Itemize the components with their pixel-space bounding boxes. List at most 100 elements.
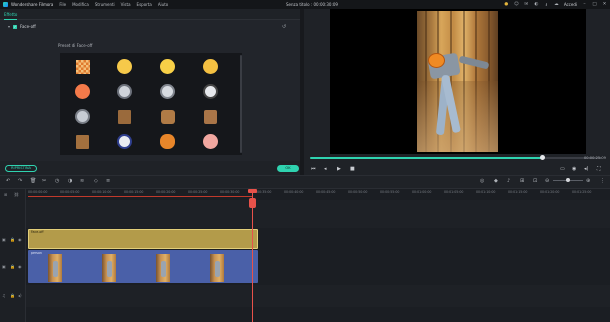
- color-icon[interactable]: ◑: [68, 178, 72, 184]
- menu-vista[interactable]: Vista: [121, 2, 131, 7]
- box-face-icon: [118, 109, 131, 124]
- preset-checker-face[interactable]: [72, 56, 93, 77]
- tab-effetto[interactable]: Effetto: [4, 9, 18, 20]
- preset-scrollbar[interactable]: [240, 55, 242, 153]
- reset-icon[interactable]: ↺: [282, 24, 286, 30]
- title-bar: Wondershare Filmora File Modifica Strume…: [0, 0, 610, 9]
- download-icon[interactable]: ⭳: [544, 2, 549, 8]
- timeline-menu-icon[interactable]: ⋮: [600, 178, 605, 184]
- track1-video-icon: ▣: [2, 264, 6, 269]
- link-icon[interactable]: ⛓: [14, 192, 19, 197]
- menu-esporta[interactable]: Esporta: [137, 2, 152, 7]
- stop-icon[interactable]: ■: [350, 166, 355, 172]
- chevron-down-icon[interactable]: ▾: [8, 24, 10, 29]
- menu-strumenti[interactable]: Strumenti: [95, 2, 115, 7]
- keyframe-icon[interactable]: ◇: [94, 178, 98, 184]
- preset-lion-mask[interactable]: [72, 106, 93, 127]
- playhead-line[interactable]: [252, 189, 253, 322]
- login-button[interactable]: Accedi: [564, 2, 577, 7]
- split-icon[interactable]: ⊞: [520, 178, 524, 184]
- lightbulb-icon[interactable]: ●: [504, 2, 509, 7]
- angry-emoji-icon: [75, 84, 90, 99]
- ok-button[interactable]: OK: [277, 165, 299, 172]
- preview-scrub-handle[interactable]: [540, 155, 545, 160]
- lion-mask-icon: [75, 109, 90, 124]
- faceoff-section-header[interactable]: ▾ ✓ Face-off: [8, 24, 36, 29]
- headset-icon[interactable]: ◐: [534, 2, 539, 7]
- preset-pig-mask[interactable]: [200, 106, 221, 127]
- preset-tiger-mask[interactable]: [157, 81, 178, 102]
- menu-file[interactable]: File: [59, 2, 66, 7]
- microphone-icon[interactable]: ♪: [507, 178, 510, 184]
- mail-icon[interactable]: ✉: [524, 2, 529, 7]
- faceoff-effect-clip[interactable]: [28, 229, 258, 249]
- preset-ninja-mask[interactable]: [114, 131, 135, 152]
- track2-lock-icon[interactable]: 🔒: [10, 237, 15, 242]
- monitor-icon[interactable]: ▭: [560, 166, 565, 172]
- play-icon[interactable]: ▶: [337, 166, 341, 172]
- add-track-icon[interactable]: ⊞: [4, 192, 7, 197]
- zoom-out-icon[interactable]: ⊖: [545, 178, 549, 184]
- cut-icon[interactable]: ✂: [42, 178, 46, 184]
- preset-box-face[interactable]: [114, 106, 135, 127]
- ruler-tick: 00:01:15:00: [508, 190, 528, 194]
- step-back-icon[interactable]: ◂: [324, 166, 327, 172]
- ruler-tick: 00:00:10:00: [92, 190, 112, 194]
- preset-box-face-2[interactable]: [72, 131, 93, 152]
- snap-icon[interactable]: ⊡: [533, 178, 537, 184]
- menu-modifica[interactable]: Modifica: [72, 2, 89, 7]
- ruler-tick: 00:00:25:00: [188, 190, 208, 194]
- ruler-tick: 00:00:05:00: [60, 190, 80, 194]
- skip-back-icon[interactable]: ⏮: [311, 166, 316, 172]
- preset-cat-mask[interactable]: [114, 81, 135, 102]
- filmora-logo-icon: [3, 2, 8, 7]
- menu-aiuto[interactable]: Aiuto: [158, 2, 168, 7]
- preset-pig-face[interactable]: [200, 131, 221, 152]
- reset-button[interactable]: RIPRISTINA: [5, 165, 37, 172]
- close-icon[interactable]: ✕: [602, 2, 607, 7]
- preset-sad-emoji[interactable]: [200, 56, 221, 77]
- render-icon[interactable]: ◎: [480, 178, 484, 184]
- fullscreen-icon[interactable]: ⛶: [597, 166, 601, 172]
- timeline-toolbar: [0, 175, 610, 189]
- zoom-in-icon[interactable]: ⊕: [586, 178, 590, 184]
- tiger-mask-icon: [160, 84, 175, 99]
- maximize-icon[interactable]: □: [592, 2, 597, 7]
- ruler-tick: 00:00:20:00: [156, 190, 176, 194]
- account-icon[interactable]: ☺: [514, 2, 519, 7]
- more-icon[interactable]: ≡: [106, 178, 110, 184]
- preset-panda-mask[interactable]: [200, 81, 221, 102]
- audio-lock-icon[interactable]: 🔒: [10, 293, 15, 298]
- audio-wave-icon[interactable]: ≋: [80, 178, 84, 184]
- preset-angry-emoji[interactable]: [72, 81, 93, 102]
- track-headers: [0, 189, 26, 322]
- track1-eye-icon[interactable]: ◉: [18, 264, 22, 269]
- snapshot-icon[interactable]: ◉: [572, 166, 576, 172]
- preset-bear-mask[interactable]: [157, 106, 178, 127]
- playhead-handle[interactable]: [249, 198, 256, 208]
- speed-icon[interactable]: ◷: [55, 178, 59, 184]
- zoom-slider-handle[interactable]: [566, 178, 570, 182]
- video-thumbnail: [102, 254, 116, 282]
- cloud-icon[interactable]: ☁: [554, 2, 559, 7]
- track1-lock-icon[interactable]: 🔒: [10, 264, 15, 269]
- volume-icon[interactable]: ◂): [584, 166, 588, 172]
- preset-pumpkin-face[interactable]: [157, 131, 178, 152]
- smirk-emoji-icon: [117, 59, 132, 74]
- faceoff-preset-grid: [60, 53, 242, 155]
- pig-mask-icon: [204, 109, 217, 124]
- ruler-tick: 00:00:15:00: [124, 190, 144, 194]
- track2-eye-icon[interactable]: ◉: [18, 237, 22, 242]
- preset-smirk-emoji[interactable]: [114, 56, 135, 77]
- preset-grin-emoji[interactable]: [157, 56, 178, 77]
- audio-mute-icon[interactable]: ◂): [18, 293, 22, 298]
- undo-icon[interactable]: ↶: [6, 178, 10, 184]
- marker-icon[interactable]: ◆: [494, 178, 498, 184]
- delete-icon[interactable]: 🗑: [30, 178, 36, 184]
- faceoff-checkbox[interactable]: ✓: [13, 24, 18, 29]
- redo-icon[interactable]: ↷: [18, 178, 22, 184]
- playhead-cap[interactable]: [248, 189, 257, 193]
- minimize-icon[interactable]: –: [582, 2, 587, 7]
- effect-panel-footer: [0, 161, 300, 175]
- track2-video-icon: ▣: [2, 237, 6, 242]
